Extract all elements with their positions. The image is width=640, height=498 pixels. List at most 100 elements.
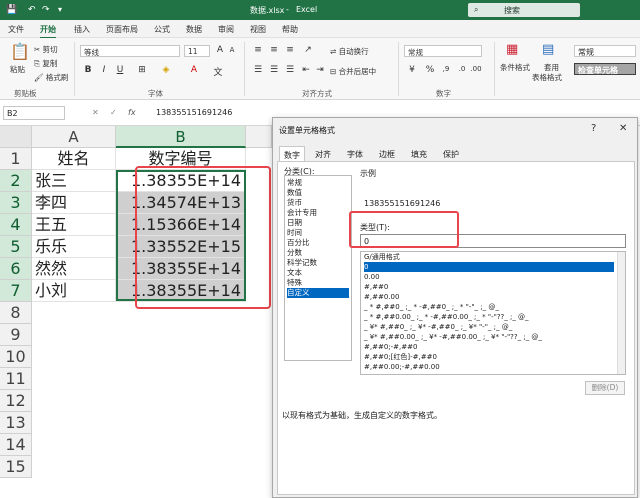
category-item[interactable]: 日期 [287,218,349,228]
format-item[interactable]: _ ¥* #,##0_ ;_ ¥* -#,##0_ ;_ ¥* "-"_ ;_ … [364,322,614,332]
row-header-1[interactable]: 1 [0,148,32,170]
paste-button[interactable]: 粘贴 [10,64,25,75]
row-header-13[interactable]: 13 [0,412,32,434]
increase-indent-icon[interactable]: ⇥ [314,65,326,75]
category-item[interactable]: 分数 [287,248,349,258]
category-item[interactable]: 科学记数 [287,258,349,268]
table-format-line2[interactable]: 表格格式 [532,72,562,83]
format-item[interactable]: _ ¥* #,##0.00_ ;_ ¥* -#,##0.00_ ;_ ¥* "-… [364,332,614,342]
row-header-7[interactable]: 7 [0,280,32,302]
shrink-font-icon[interactable]: A [226,46,238,54]
tab-number[interactable]: 数字 [279,146,305,162]
category-item[interactable]: 货币 [287,198,349,208]
row-header-12[interactable]: 12 [0,390,32,412]
name-box[interactable]: B2 [3,106,65,120]
align-left-icon[interactable]: ☰ [252,65,264,75]
tab-fill[interactable]: 填充 [407,146,431,162]
tab-data[interactable]: 数据 [186,24,202,35]
row-header-5[interactable]: 5 [0,236,32,258]
cell-a7[interactable]: 小刘 [32,280,116,302]
category-item[interactable]: 文本 [287,268,349,278]
format-list-scrollbar[interactable] [617,252,625,374]
fx-icon[interactable]: fx [128,108,136,117]
borders-icon[interactable]: ⊞ [136,65,148,75]
format-item-selected[interactable]: 0 [364,262,614,272]
row-header-8[interactable]: 8 [0,302,32,324]
category-list[interactable]: 常规 数值 货币 会计专用 日期 时间 百分比 分数 科学记数 文本 特殊 自定… [284,175,352,361]
cell-a4[interactable]: 王五 [32,214,116,236]
paste-icon[interactable]: 📋 [10,42,30,61]
tab-insert[interactable]: 插入 [74,24,90,35]
orientation-icon[interactable]: ↗ [302,45,314,55]
number-format-combo[interactable]: 常规 [404,45,482,57]
align-center-icon[interactable]: ☰ [268,65,280,75]
tab-view[interactable]: 视图 [250,24,266,35]
category-item-custom[interactable]: 自定义 [287,288,349,298]
redo-icon[interactable]: ↷ [42,5,50,15]
cell-style-check[interactable]: 检查单元格 [574,63,636,75]
font-size-combo[interactable]: 11 [184,45,210,57]
cell-a3[interactable]: 李四 [32,192,116,214]
row-header-6[interactable]: 6 [0,258,32,280]
search-box[interactable]: ⌕ 搜索 [468,3,580,17]
delete-button[interactable]: 删除(D) [585,381,625,395]
tab-font[interactable]: 字体 [343,146,367,162]
align-top-icon[interactable]: ≡ [252,45,264,55]
format-list[interactable]: G/通用格式 0 0.00 #,##0 #,##0.00 _ * #,##0_ … [360,251,626,375]
format-item[interactable]: G/通用格式 [364,252,614,262]
row-header-4[interactable]: 4 [0,214,32,236]
increase-decimal-icon[interactable]: .0 [456,65,468,73]
column-header-b[interactable]: B [116,126,246,148]
align-middle-icon[interactable]: ≡ [268,45,280,55]
cut-button[interactable]: ✂ 剪切 [34,44,58,55]
decrease-indent-icon[interactable]: ⇤ [300,65,312,75]
close-icon[interactable]: ✕ [619,123,627,134]
formula-input[interactable]: 138355151691246 [156,108,232,117]
row-header-14[interactable]: 14 [0,434,32,456]
tab-review[interactable]: 审阅 [218,24,234,35]
column-header-c[interactable] [246,126,272,148]
align-bottom-icon[interactable]: ≡ [284,45,296,55]
cell-a1[interactable]: 姓名 [32,148,116,170]
quick-access-dropdown-icon[interactable]: ▾ [58,5,62,14]
row-header-15[interactable]: 15 [0,456,32,478]
bold-icon[interactable]: B [82,65,94,75]
select-all-corner[interactable] [0,126,32,148]
tab-home[interactable]: 开始 [40,24,56,39]
grow-font-icon[interactable]: A [214,45,226,55]
row-header-2[interactable]: 2 [0,170,32,192]
format-item[interactable]: #,##0 [364,282,614,292]
help-icon[interactable]: ? [591,123,596,134]
tab-protection[interactable]: 保护 [439,146,463,162]
autosave-icon[interactable]: 💾 [6,5,17,15]
percent-icon[interactable]: % [424,65,436,75]
tab-alignment[interactable]: 对齐 [311,146,335,162]
tab-border[interactable]: 边框 [375,146,399,162]
enter-icon[interactable]: ✓ [110,108,117,117]
copy-button[interactable]: ⎘ 复制 [34,58,57,69]
row-header-3[interactable]: 3 [0,192,32,214]
cell-a6[interactable]: 然然 [32,258,116,280]
format-item[interactable]: #,##0.00;-#,##0.00 [364,362,614,372]
merge-center-button[interactable]: ⊟ 合并后居中 [330,66,376,77]
format-painter-button[interactable]: 🖌 格式刷 [34,72,68,83]
decrease-decimal-icon[interactable]: .00 [470,65,482,73]
fill-color-icon[interactable]: ◈ [160,65,172,75]
column-header-a[interactable]: A [32,126,116,148]
format-item[interactable]: #,##0.00 [364,292,614,302]
font-color-icon[interactable]: A [188,65,200,75]
wrap-text-button[interactable]: ⇌ 自动换行 [330,46,369,57]
category-item[interactable]: 时间 [287,228,349,238]
conditional-format-icon[interactable]: ▦ [506,42,518,57]
italic-icon[interactable]: I [98,65,110,75]
tab-help[interactable]: 帮助 [282,24,298,35]
row-header-11[interactable]: 11 [0,368,32,390]
format-item[interactable]: #,##0;[红色]-#,##0 [364,352,614,362]
format-item[interactable]: _ * #,##0.00_ ;_ * -#,##0.00_ ;_ * "-"??… [364,312,614,322]
category-item[interactable]: 数值 [287,188,349,198]
category-item[interactable]: 常规 [287,178,349,188]
tab-page-layout[interactable]: 页面布局 [106,24,138,35]
underline-icon[interactable]: U [114,65,126,75]
format-item[interactable]: _ * #,##0_ ;_ * -#,##0_ ;_ * "-"_ ;_ @_ [364,302,614,312]
accounting-format-icon[interactable]: ¥ [406,65,418,75]
